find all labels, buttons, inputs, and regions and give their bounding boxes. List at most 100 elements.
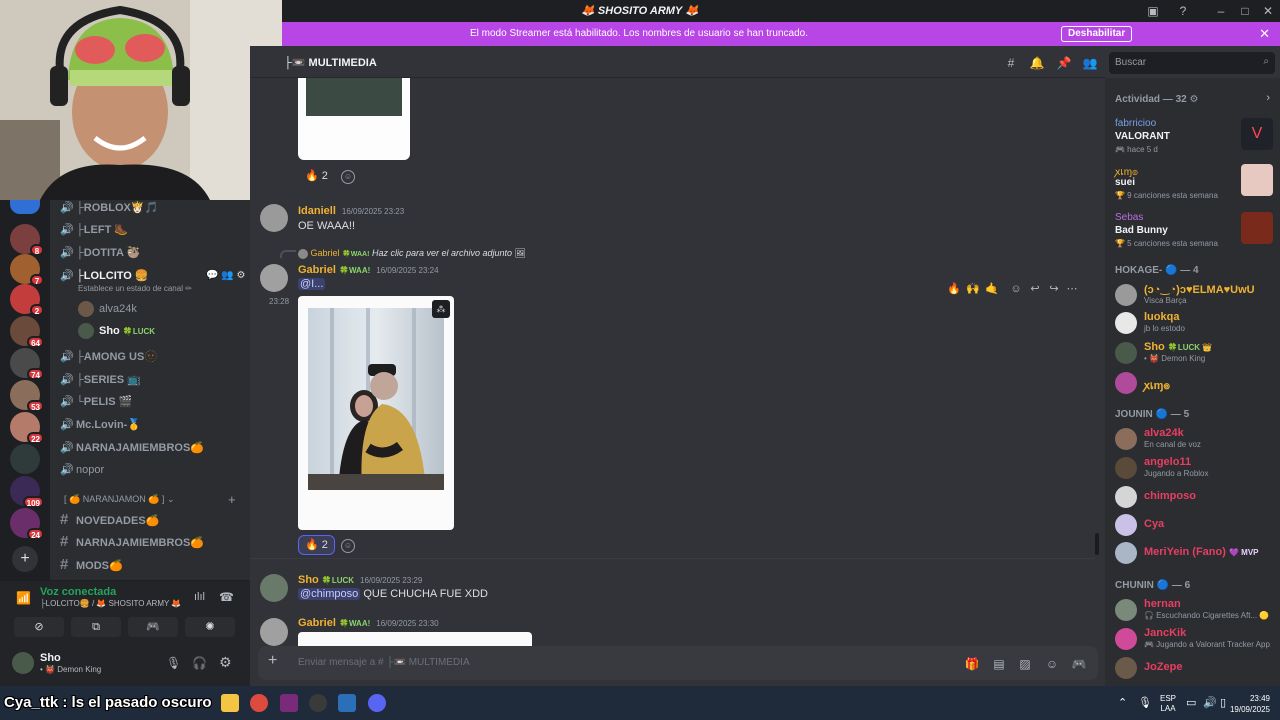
disconnect-icon[interactable]: ☎ — [219, 590, 234, 604]
server-icon[interactable]: 22 — [10, 412, 44, 444]
avatar[interactable] — [260, 574, 288, 602]
chevron-right-icon[interactable]: › — [1266, 92, 1270, 104]
channel-status[interactable]: Establece un estado de canal ✏ — [78, 284, 192, 293]
member-item[interactable]: hernan 🎧 Escuchando Cigarettes Aft... 🟡 — [1113, 597, 1275, 625]
avatar[interactable] — [260, 204, 288, 232]
add-reaction-icon[interactable]: ☺ — [341, 539, 355, 553]
server-icon[interactable]: 109 — [10, 476, 44, 508]
activity-button[interactable]: 🎮 — [128, 617, 178, 637]
message-author[interactable]: Sho 🍀LUCK 16/09/2025 23:29 — [298, 574, 422, 586]
message-author[interactable]: Gabriel 🍀WAA! 16/09/2025 23:24 — [298, 264, 439, 276]
clock[interactable]: 23:49 19/09/2025 — [1226, 693, 1270, 715]
activity-card[interactable]: fabrricioo VALORANT 🎮 hace 5 d V — [1113, 118, 1273, 162]
minimize-icon[interactable]: – — [1213, 3, 1229, 19]
text-channel[interactable]: # NOVEDADES🍊 — [60, 510, 245, 530]
network-icon[interactable]: ▭ — [1186, 696, 1196, 709]
gif-icon[interactable]: ▤ — [991, 656, 1007, 672]
voice-channel[interactable]: 🔊 NARNAJAMIEMBROS🍊 — [60, 438, 245, 458]
discord-icon[interactable] — [368, 694, 386, 712]
server-icon[interactable]: 24 — [10, 508, 44, 540]
chrome-icon[interactable] — [250, 694, 268, 712]
add-attachment-icon[interactable]: + — [268, 652, 277, 670]
voice-channel[interactable]: 🔊 nopor — [60, 460, 245, 480]
noise-icon[interactable]: ılıl — [194, 591, 205, 603]
text-channel[interactable]: # NARNAJAMIEMBROS🍊 — [60, 532, 245, 552]
member-item[interactable]: MeriYein (Fano) 💜 MVP — [1113, 540, 1275, 568]
add-channel-icon[interactable]: + — [228, 492, 236, 507]
voice-user[interactable]: Sho 🍀LUCK — [78, 321, 155, 341]
fire-reaction-icon[interactable]: 🔥 — [946, 281, 962, 297]
members-icon[interactable]: 👥 — [1082, 55, 1098, 71]
reaction[interactable]: 🔥 2 — [298, 535, 335, 555]
screen-share-button[interactable]: ⧉ — [71, 617, 121, 637]
bell-icon[interactable]: 🔔 — [1029, 55, 1045, 71]
window-icon[interactable] — [338, 694, 356, 712]
member-item[interactable]: chimposo — [1113, 484, 1275, 512]
member-item[interactable]: Sho 🍀LUCK 👑 • 👹 Demon King — [1113, 340, 1275, 368]
disable-streamer-button[interactable]: Deshabilitar — [1061, 26, 1133, 42]
inbox-icon[interactable]: ▣ — [1145, 3, 1161, 19]
server-icon[interactable]: 53 — [10, 380, 44, 412]
maximize-icon[interactable]: □ — [1237, 3, 1253, 19]
avatar[interactable] — [260, 618, 288, 646]
camera-off-button[interactable]: ⊘ — [14, 617, 64, 637]
voice-channel[interactable]: 🔊 ├ROBLOX👸🏻🎵 — [60, 200, 245, 218]
activity-card[interactable]: Sebas Bad Bunny 🏆 5 canciones esta seman… — [1113, 212, 1273, 256]
help-icon[interactable]: ? — [1175, 3, 1191, 19]
member-item[interactable]: JoZepe — [1113, 655, 1275, 683]
add-server-icon[interactable]: + — [12, 546, 38, 572]
soundboard-button[interactable]: ✺ — [185, 617, 235, 637]
add-reaction-icon[interactable]: ☺ — [1008, 281, 1024, 297]
language-indicator[interactable]: ESP LAA — [1160, 694, 1176, 714]
reaction[interactable]: 🔥 2 — [298, 166, 335, 186]
member-item[interactable]: JancKik 🎮 Jugando a Valorant Tracker App — [1113, 626, 1275, 654]
close-window-icon[interactable]: ✕ — [1260, 3, 1276, 19]
voice-channel[interactable]: 🔊 └PELIS 🎬 — [60, 392, 245, 412]
message-author[interactable]: Idaniell 16/09/2025 23:23 — [298, 205, 404, 217]
gift-icon[interactable]: 🎁 — [964, 656, 980, 672]
server-icon[interactable]: 74 — [10, 348, 44, 380]
avatar[interactable] — [12, 652, 34, 674]
emoji-reaction-icon[interactable]: 🤙 — [984, 281, 1000, 297]
voice-channel-active[interactable]: 🔊 ├LOLCITO 🍔 💬 👥 ⚙ — [60, 266, 245, 286]
voice-user[interactable]: alva24k — [78, 299, 137, 319]
chevron-up-icon[interactable]: ⌃ — [1118, 696, 1127, 709]
voice-channel[interactable]: 🔊 ├DOTITA 🦥 — [60, 243, 245, 263]
volume-icon[interactable]: 🔊 — [1203, 696, 1217, 709]
voice-location[interactable]: ├LOLCITO🍔 / 🦊 SHOSITO ARMY 🦊 — [40, 599, 181, 608]
gear-icon[interactable]: ⚙ — [219, 654, 232, 671]
member-item[interactable]: ꭗเɱ๏ — [1113, 370, 1275, 398]
reply-preview[interactable]: Gabriel 🍀WAA! Haz clic para ver el archi… — [298, 248, 526, 259]
emoji-icon[interactable]: ☺ — [1044, 656, 1060, 672]
channel-actions[interactable]: 💬 👥 ⚙ — [206, 266, 245, 286]
server-icon[interactable]: 7 — [10, 254, 44, 286]
voice-channel[interactable]: 🔊 ├LEFT 🥾 — [60, 220, 245, 240]
member-item[interactable]: (ↄ◔‿◔)ↄ♥ELMA♥UwU Visca Barça — [1113, 282, 1275, 310]
message-author[interactable]: Gabriel 🍀WAA! 16/09/2025 23:30 — [298, 617, 439, 629]
voice-channel[interactable]: 🔊 ├AMONG US🫥 — [60, 347, 245, 367]
activity-card[interactable]: ꭗเɱ๏ suei 🏆 9 canciones esta semana — [1113, 164, 1273, 208]
more-icon[interactable]: ⋯ — [1064, 281, 1080, 297]
obs-icon[interactable] — [309, 694, 327, 712]
add-reaction-icon[interactable]: ☺ — [341, 170, 355, 184]
pin-icon[interactable]: 📌 — [1056, 55, 1072, 71]
server-icon[interactable]: 8 — [10, 224, 44, 256]
image-attachment[interactable] — [298, 78, 410, 160]
server-icon[interactable]: 64 — [10, 316, 44, 348]
image-attachment[interactable] — [298, 632, 532, 646]
voice-channel[interactable]: 🔊 Mc.Lovin-🥇 — [60, 415, 245, 435]
reply-icon[interactable]: ↩ — [1027, 281, 1043, 297]
voice-channel[interactable]: 🔊 ├SERIES 📺 — [60, 370, 245, 390]
image-menu-icon[interactable]: ⁂ — [432, 300, 450, 318]
member-item[interactable]: Cya — [1113, 512, 1275, 540]
server-icon[interactable] — [10, 444, 40, 474]
apps-icon[interactable]: 🎮 — [1071, 656, 1087, 672]
member-item[interactable]: alva24k En canal de voz — [1113, 426, 1275, 454]
user-mention[interactable]: @chimposo — [298, 588, 361, 600]
close-banner-icon[interactable]: ✕ — [1259, 26, 1270, 42]
mic-icon[interactable]: 🎙 — [166, 656, 181, 670]
member-item[interactable]: luokqa jb lo estodo — [1113, 310, 1275, 338]
search-input[interactable]: Buscar ⌕ — [1109, 52, 1275, 74]
image-attachment[interactable]: ⁂ — [298, 296, 454, 530]
member-item[interactable]: angelo11 Jugando a Roblox — [1113, 455, 1275, 483]
